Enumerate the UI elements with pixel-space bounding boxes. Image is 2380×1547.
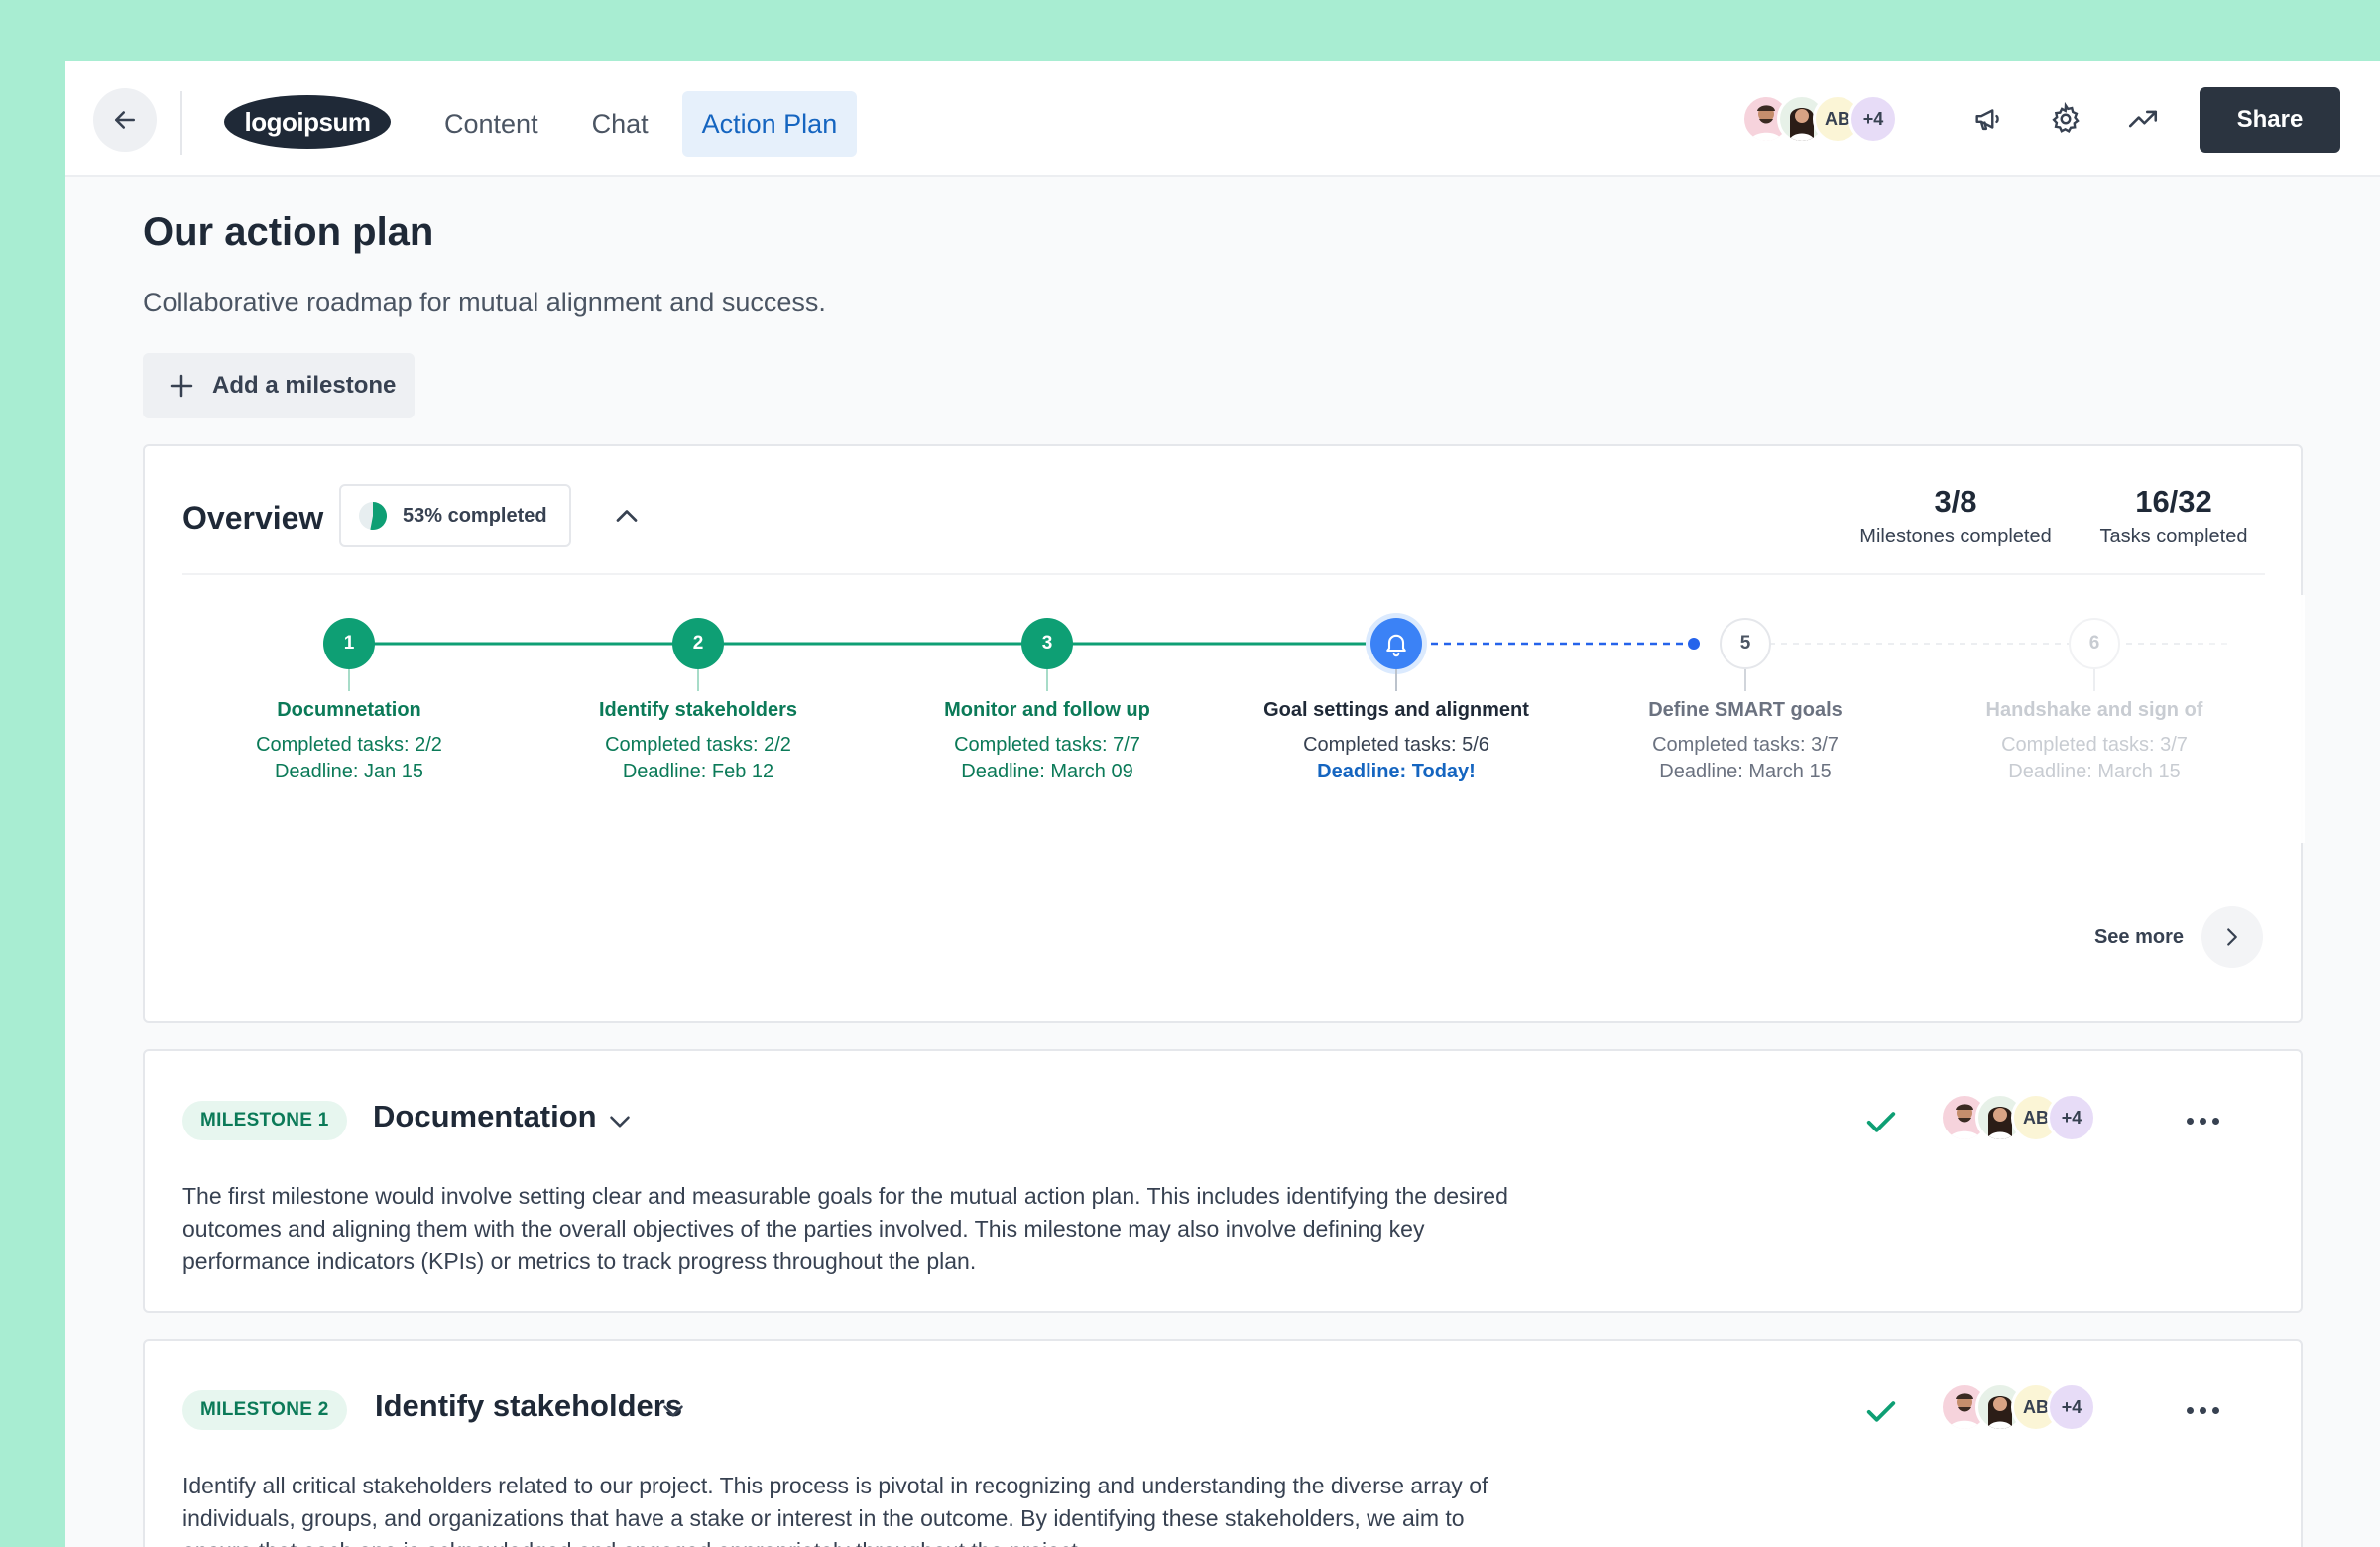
- expand-milestone-button[interactable]: [656, 1394, 690, 1428]
- avatar-more-count: +4: [1848, 94, 1898, 144]
- more-dot: [2199, 1406, 2206, 1414]
- timeline-milestone-1[interactable]: 1 Documnetation Completed tasks: 2/2 Dea…: [190, 618, 508, 783]
- arrow-left-icon: [115, 111, 135, 129]
- milestone-marker: [1370, 618, 1422, 669]
- more-options-button[interactable]: [2178, 1390, 2227, 1430]
- milestone-stem: [2093, 669, 2095, 691]
- milestone-tasks: Completed tasks: 2/2: [256, 734, 442, 756]
- settings-button[interactable]: [2041, 94, 2090, 144]
- milestone-card-1: MILESTONE 1 Documentation AB +4 The firs…: [143, 1049, 2303, 1313]
- timeline-fade: [2186, 595, 2305, 843]
- gear-icon: [2052, 102, 2080, 133]
- page-subtitle: Collaborative roadmap for mutual alignme…: [143, 288, 826, 317]
- milestone-stem: [697, 669, 699, 691]
- timeline-milestone-5[interactable]: 5 Define SMART goals Completed tasks: 3/…: [1587, 618, 1904, 783]
- milestone-deadline: Deadline: Jan 15: [274, 761, 424, 782]
- trending-up-icon: [2128, 110, 2158, 128]
- expand-milestone-button[interactable]: [603, 1105, 637, 1138]
- announcement-button[interactable]: [1964, 94, 2013, 144]
- check-icon: [1866, 1401, 1896, 1422]
- page-title: Our action plan: [143, 210, 434, 254]
- back-button[interactable]: [93, 88, 157, 152]
- more-dot: [2186, 1406, 2194, 1414]
- mark-complete-button[interactable]: [1860, 1390, 1902, 1432]
- milestone-stem: [348, 669, 350, 691]
- milestone-name: Goal settings and alignment: [1263, 699, 1529, 721]
- timeline-milestone-3[interactable]: 3 Monitor and follow up Completed tasks:…: [889, 618, 1206, 783]
- more-dot: [2186, 1117, 2194, 1125]
- milestone-stem: [1046, 669, 1048, 691]
- see-more-arrow[interactable]: [2202, 906, 2263, 968]
- more-dot: [2199, 1117, 2206, 1125]
- milestone-title: Documentation: [373, 1099, 597, 1133]
- add-milestone-button[interactable]: Add a milestone: [143, 353, 415, 418]
- analytics-button[interactable]: [2118, 94, 2168, 144]
- share-button[interactable]: Share: [2200, 87, 2340, 153]
- milestone-badge: MILESTONE 2: [182, 1390, 347, 1430]
- mark-complete-button[interactable]: [1860, 1101, 1902, 1142]
- milestone-tasks: Completed tasks: 7/7: [954, 734, 1140, 756]
- milestone-card-2: MILESTONE 2 Identify stakeholders AB +4 …: [143, 1339, 2303, 1547]
- timeline-milestone-4[interactable]: Goal settings and alignment Completed ta…: [1238, 618, 1555, 783]
- milestone-name: Identify stakeholders: [598, 699, 798, 721]
- milestone-deadline: Deadline: Feb 12: [622, 761, 774, 782]
- main-nav: Content Chat Action Plan: [424, 91, 858, 157]
- milestone-name: Define SMART goals: [1648, 699, 1843, 721]
- assignee-avatars[interactable]: AB +4: [1940, 1382, 2096, 1432]
- milestone-marker: 3: [1021, 618, 1073, 669]
- more-dot: [2211, 1117, 2219, 1125]
- milestone-badge: MILESTONE 1: [182, 1101, 347, 1140]
- more-options-button[interactable]: [2178, 1101, 2227, 1140]
- milestone-tasks: Completed tasks: 2/2: [605, 734, 791, 756]
- add-milestone-label: Add a milestone: [212, 372, 397, 399]
- overview-card: Overview 53% completed 3/8 Milestones co…: [143, 444, 2305, 1025]
- milestone-description: The first milestone would involve settin…: [182, 1183, 1508, 1274]
- milestone-tasks: Completed tasks: 3/7: [1652, 734, 1839, 756]
- milestone-title: Identify stakeholders: [375, 1388, 683, 1423]
- top-bar: logoipsum Content Chat Action Plan AB +4…: [65, 61, 2380, 177]
- chevron-right-icon: [2227, 928, 2237, 946]
- milestone-marker: 2: [672, 618, 724, 669]
- megaphone-icon: [1975, 109, 1999, 131]
- milestone-tasks: Completed tasks: 5/6: [1303, 734, 1489, 756]
- chevron-down-icon: [610, 1116, 630, 1128]
- avatar-more-count: +4: [2047, 1382, 2096, 1432]
- milestone-marker: 1: [323, 618, 375, 669]
- plus-icon: [170, 374, 193, 398]
- check-icon: [1866, 1112, 1896, 1132]
- tab-content[interactable]: Content: [424, 91, 558, 157]
- divider: [180, 91, 182, 155]
- collaborator-avatars[interactable]: AB +4: [1741, 94, 1898, 144]
- tab-chat[interactable]: Chat: [572, 91, 668, 157]
- app-window: logoipsum Content Chat Action Plan AB +4…: [65, 61, 2380, 1547]
- milestone-name: Documnetation: [277, 699, 421, 721]
- milestone-deadline: Deadline: March 15: [1659, 761, 1832, 782]
- milestone-name: Monitor and follow up: [944, 699, 1150, 721]
- chevron-down-icon: [663, 1405, 683, 1417]
- assignee-avatars[interactable]: AB +4: [1940, 1093, 2096, 1142]
- logo[interactable]: logoipsum: [224, 95, 391, 149]
- milestone-marker: 6: [2069, 618, 2120, 669]
- milestone-marker: 5: [1720, 618, 1771, 669]
- more-dot: [2211, 1406, 2219, 1414]
- milestone-deadline: Deadline: Today!: [1317, 761, 1476, 782]
- bell-icon: [1386, 634, 1406, 657]
- milestone-description: Identify all critical stakeholders relat…: [182, 1473, 1488, 1547]
- tab-action-plan[interactable]: Action Plan: [681, 91, 858, 157]
- timeline-milestone-2[interactable]: 2 Identify stakeholders Completed tasks:…: [539, 618, 857, 783]
- milestone-stem: [1744, 669, 1746, 691]
- see-more-label: See more: [2093, 925, 2184, 948]
- milestone-deadline: Deadline: March 09: [961, 761, 1133, 782]
- avatar-more-count: +4: [2047, 1093, 2096, 1142]
- see-more-button[interactable]: See more: [2094, 906, 2263, 968]
- milestone-stem: [1395, 669, 1397, 691]
- milestone-timeline: 1 Documnetation Completed tasks: 2/2 Dea…: [145, 446, 2305, 1025]
